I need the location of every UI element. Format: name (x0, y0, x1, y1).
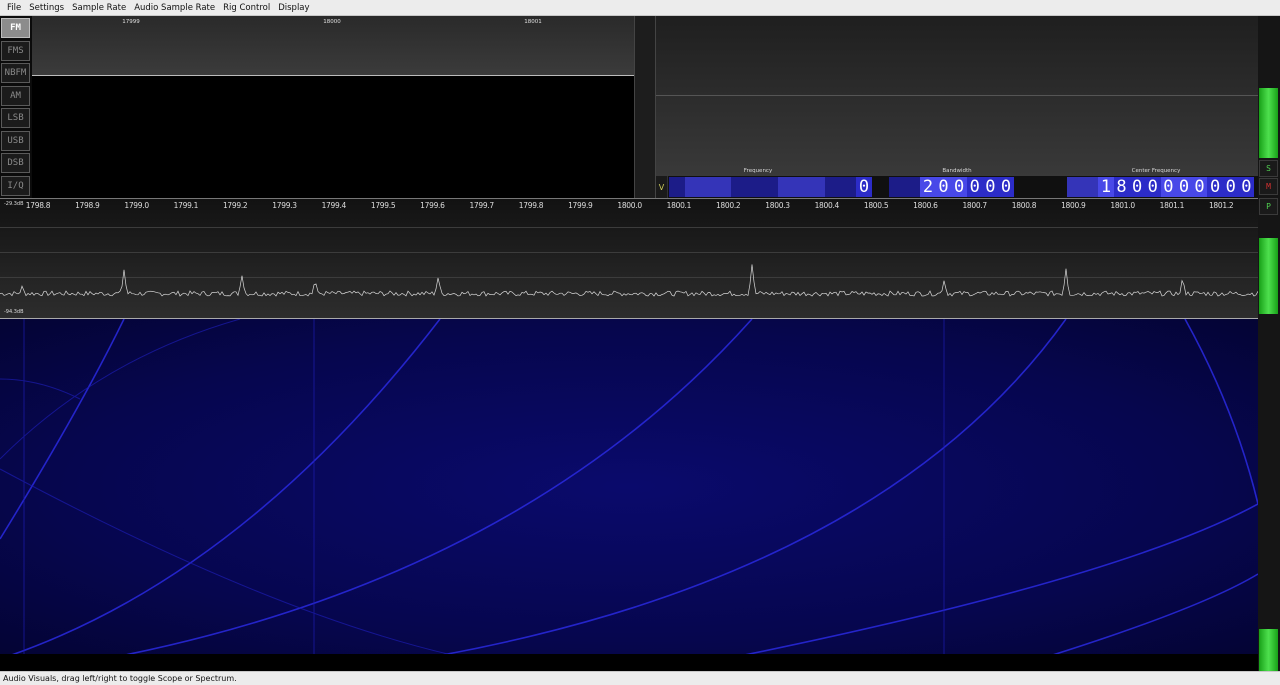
frequency-digit[interactable] (700, 177, 716, 197)
frequency-digit[interactable] (793, 177, 810, 197)
frequency-digit[interactable] (731, 177, 747, 197)
center-frequency-digit[interactable]: 0 (1176, 177, 1192, 197)
frequency-digit[interactable] (778, 177, 794, 197)
scope-midline (656, 95, 1258, 96)
mode-fm-button[interactable]: FM (1, 18, 30, 38)
volume-indicator[interactable]: V (656, 176, 668, 198)
frequency-digit[interactable] (809, 177, 825, 197)
waterfall-bottom-gap (0, 654, 1258, 671)
mode-dsb-button[interactable]: DSB (1, 153, 30, 173)
status-bar: Audio Visuals, drag left/right to toggle… (0, 671, 1280, 685)
bandwidth-digit[interactable]: 0 (998, 177, 1014, 197)
audio-tick: 17999 (122, 19, 140, 25)
mode-lsb-button[interactable]: LSB (1, 108, 30, 128)
mode-fms-button[interactable]: FMS (1, 40, 30, 61)
frequency-digit[interactable] (762, 177, 779, 197)
center-frequency-digit[interactable] (1082, 177, 1099, 197)
waterfall-traces (0, 319, 1258, 655)
menu-sample-rate[interactable]: Sample Rate (68, 0, 130, 16)
center-frequency-digit[interactable]: 0 (1223, 177, 1239, 197)
mode-iq-button[interactable]: I/Q (1, 175, 30, 196)
center-frequency-label: Center Frequency (1131, 168, 1181, 174)
gain-meter[interactable]: S M P (1258, 16, 1280, 685)
center-frequency-digit[interactable]: 0 (1238, 177, 1255, 197)
bandwidth-label: Bandwidth (942, 168, 972, 174)
frequency-digit[interactable]: 0 (856, 177, 872, 197)
center-frequency-digit[interactable]: 0 (1129, 177, 1145, 197)
frequency-label: Frequency (743, 168, 773, 174)
center-frequency-digit[interactable]: 8 (1113, 177, 1130, 197)
mode-nbfm-button[interactable]: NBFM (1, 63, 30, 83)
center-frequency-digit[interactable]: 0 (1160, 177, 1177, 197)
menu-bar: File Settings Sample Rate Audio Sample R… (0, 0, 1280, 16)
menu-settings[interactable]: Settings (25, 0, 68, 16)
spectrum-meter-fill (1259, 238, 1278, 314)
audio-spectrum-area: 17999 18000 18001 (32, 16, 634, 76)
mode-usb-button[interactable]: USB (1, 130, 30, 151)
menu-file[interactable]: File (3, 0, 25, 16)
mode-am-button[interactable]: AM (1, 85, 30, 106)
audio-visual-scope[interactable]: 17999 18000 18001 (32, 16, 634, 198)
center-frequency-digit[interactable]: 0 (1207, 177, 1223, 197)
frequency-digit[interactable] (715, 177, 732, 197)
peak-p-button[interactable]: P (1259, 198, 1278, 215)
panel-splitter[interactable] (634, 16, 656, 198)
gain-meter-fill (1259, 88, 1278, 158)
waterfall-view[interactable] (0, 318, 1258, 655)
frequency-digit[interactable] (747, 177, 763, 197)
bandwidth-digit[interactable]: 2 (920, 177, 936, 197)
audio-tick: 18000 (323, 19, 341, 25)
mode-panel: FM FMS NBFM AM LSB USB DSB I/Q (0, 16, 32, 198)
spectrum-view[interactable]: 1798.8 1798.9 1799.0 1799.1 1799.2 1799.3 1799… (0, 198, 1258, 318)
spectrum-s-button[interactable]: S (1259, 160, 1278, 177)
frequency-bar: V Frequency Bandwidth Center Frequency 0… (656, 168, 1258, 198)
bandwidth-digit[interactable]: 0 (967, 177, 983, 197)
demod-scope[interactable] (656, 16, 1258, 176)
frequency-digit[interactable] (840, 177, 857, 197)
audio-tick: 18001 (524, 19, 542, 25)
spectrum-trace (0, 264, 1258, 297)
menu-audio-sample-rate[interactable]: Audio Sample Rate (130, 0, 219, 16)
bandwidth-digit[interactable]: 0 (951, 177, 967, 197)
frequency-digit[interactable] (825, 177, 841, 197)
bandwidth-digit[interactable]: 0 (982, 177, 999, 197)
center-frequency-digit[interactable]: 0 (1191, 177, 1208, 197)
center-frequency-digit[interactable] (1067, 177, 1083, 197)
frequency-digit[interactable] (684, 177, 701, 197)
center-frequency-digit[interactable]: 0 (1145, 177, 1161, 197)
mute-m-button[interactable]: M (1259, 178, 1278, 195)
menu-rig-control[interactable]: Rig Control (219, 0, 274, 16)
center-frequency-digit[interactable]: 1 (1098, 177, 1114, 197)
menu-display[interactable]: Display (274, 0, 313, 16)
bandwidth-digit[interactable] (904, 177, 921, 197)
frequency-digit[interactable] (669, 177, 685, 197)
bandwidth-digit[interactable] (889, 177, 905, 197)
bandwidth-digit[interactable]: 0 (935, 177, 952, 197)
